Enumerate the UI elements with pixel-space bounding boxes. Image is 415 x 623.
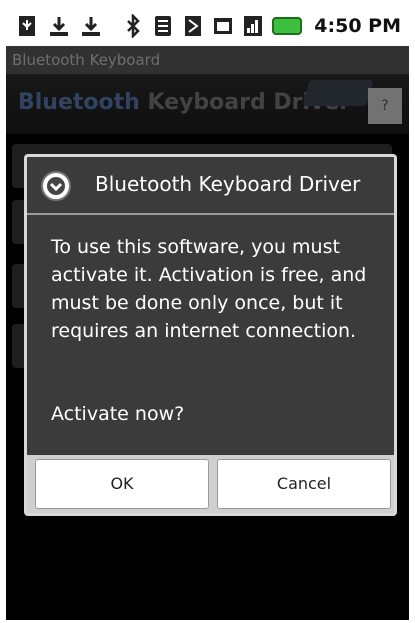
cancel-button[interactable]: Cancel [217, 459, 391, 509]
clock: 4:50 PM [314, 15, 401, 37]
dialog-header: Bluetooth Keyboard Driver [27, 157, 394, 215]
bluetooth-icon [122, 14, 144, 38]
nfc-icon [182, 14, 204, 38]
dialog-question: Activate now? [51, 403, 185, 425]
download-icon [48, 14, 70, 38]
alert-icon [41, 171, 71, 201]
battery-icon [272, 17, 303, 35]
download-icon [80, 14, 102, 38]
dialog-title: Bluetooth Keyboard Driver [95, 172, 361, 196]
activation-dialog: Bluetooth Keyboard Driver To use this so… [24, 154, 397, 516]
wifi-icon [152, 14, 174, 38]
ok-button[interactable]: OK [35, 459, 209, 509]
dialog-message: To use this software, you must activate … [51, 236, 367, 342]
status-right-icons: 4:50 PM [122, 14, 401, 38]
dialog-button-bar: OK Cancel [27, 455, 394, 513]
phone-screen: 4:50 PM Bluetooth Keyboard Bluetooth Key… [6, 8, 409, 620]
sdcard-icon [212, 14, 234, 38]
signal-icon [242, 14, 264, 38]
status-bar: 4:50 PM [6, 8, 409, 46]
status-left-icons [16, 14, 102, 38]
usb-icon [16, 14, 38, 38]
